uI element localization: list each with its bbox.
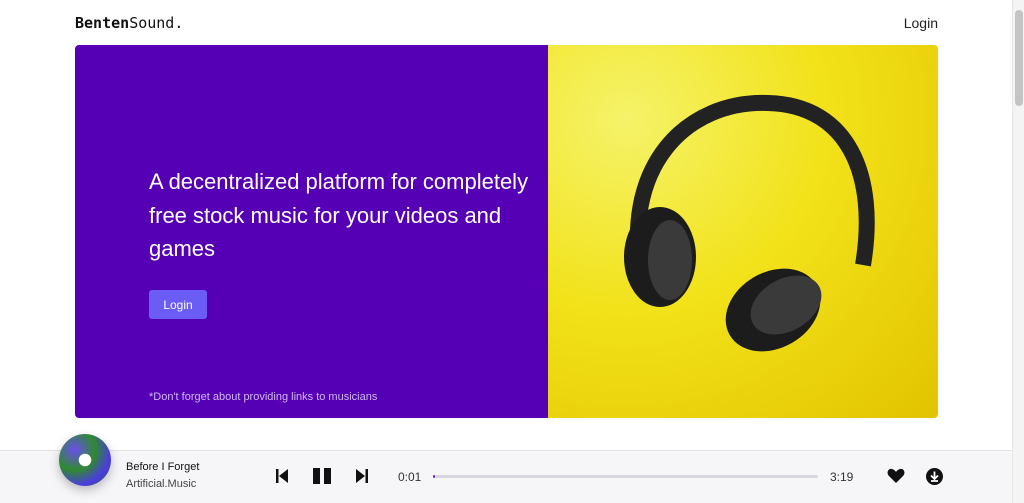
hero-login-button[interactable]: Login <box>149 290 207 319</box>
heart-icon[interactable] <box>887 468 905 484</box>
logo-rest: Sound. <box>129 13 184 32</box>
download-icon[interactable] <box>926 468 943 485</box>
hero-headline: A decentralized platform for completely … <box>149 169 529 261</box>
nav-login-link[interactable]: Login <box>904 15 938 31</box>
progress-slider[interactable] <box>433 475 818 478</box>
next-icon[interactable] <box>355 468 369 484</box>
duration: 3:19 <box>830 470 854 484</box>
logo[interactable]: BentenSound. <box>75 14 183 32</box>
scrollbar-thumb[interactable] <box>1015 10 1023 106</box>
top-nav: BentenSound. Login <box>75 0 938 45</box>
track-title: Before I Forget <box>126 461 200 473</box>
pause-icon[interactable] <box>312 468 332 484</box>
hero-note: *Don't forget about providing links to m… <box>149 391 378 403</box>
progress-fill <box>433 475 435 478</box>
scrollbar[interactable] <box>1012 0 1024 503</box>
headphones-icon <box>624 94 875 352</box>
hero-banner: A decentralized platform for completely … <box>75 45 938 418</box>
hero-text-panel: A decentralized platform for completely … <box>75 45 548 418</box>
headphones-image <box>548 45 938 418</box>
logo-bold: Benten <box>75 13 130 32</box>
previous-icon[interactable] <box>275 468 289 484</box>
current-time: 0:01 <box>398 470 422 484</box>
track-artist[interactable]: Artificial.Music <box>126 478 196 490</box>
album-art <box>59 434 111 486</box>
